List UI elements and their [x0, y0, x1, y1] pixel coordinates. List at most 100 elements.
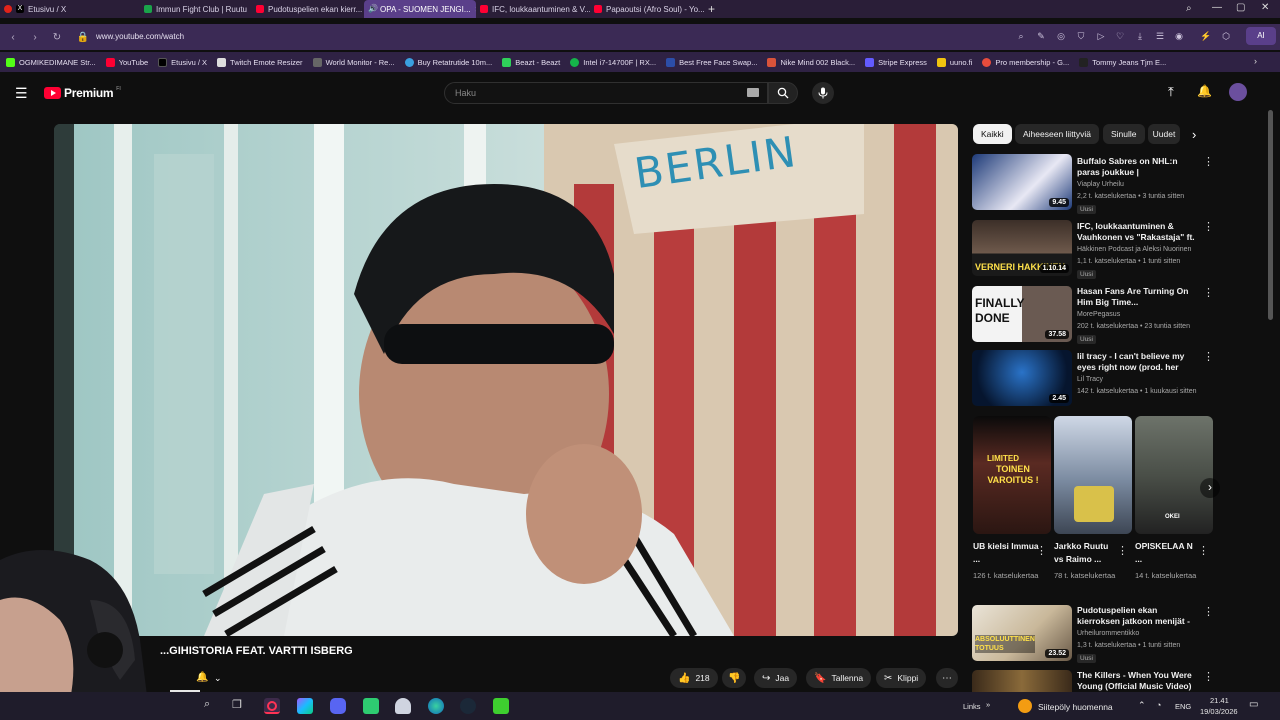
chat-app-icon[interactable] [363, 698, 379, 714]
search-tabs-icon[interactable]: ⌕ [1186, 3, 1192, 14]
channel-name[interactable]: MorePegasus [1077, 311, 1120, 318]
notification-icon[interactable]: ▭ [1249, 699, 1258, 710]
browser-tab[interactable]: Papaoutsi (Afro Soul) - Yo... [590, 0, 704, 18]
video-title-link[interactable]: Hasan Fans Are Turning On Him Big Time..… [1077, 286, 1199, 308]
opera-gx-icon[interactable] [264, 698, 280, 714]
bookmark-item[interactable]: Best Free Face Swap... [666, 57, 757, 67]
hamburger-menu-icon[interactable]: ☰ [15, 85, 28, 102]
download-icon[interactable]: ⤓ [1135, 31, 1145, 41]
more-vertical-icon[interactable]: ⋮ [1203, 220, 1214, 233]
shield-icon[interactable]: ⛉ [1076, 31, 1086, 41]
more-vertical-icon[interactable]: ⋮ [1203, 286, 1214, 299]
search-box[interactable]: Haku [444, 82, 768, 104]
search-icon[interactable]: ⌕ [1016, 31, 1026, 41]
more-vertical-icon[interactable]: ⋮ [1198, 544, 1209, 557]
video-thumbnail[interactable]: ABSOLUUTTINEN TOTUUS 23.52 [972, 605, 1072, 661]
video-title-link[interactable]: lil tracy - I can't believe my eyes righ… [1077, 351, 1199, 374]
bookmark-item[interactable]: Twitch Emote Resizer [217, 57, 303, 67]
video-title-link[interactable]: The Killers - When You Were Young (Offic… [1077, 670, 1199, 692]
video-title-link[interactable]: Pudotuspelien ekan kierroksen jatkoon me… [1077, 605, 1199, 628]
chevron-down-icon[interactable]: ⌄ [214, 673, 222, 684]
browser-tab[interactable]: Pudotuspelien ekan kierr... [252, 0, 364, 18]
video-thumbnail[interactable]: VERNERI HAKKINEN 1.10.14 [972, 220, 1072, 276]
chevron-right-icon[interactable]: › [1192, 127, 1196, 142]
play-icon[interactable]: ▷ [1096, 31, 1106, 41]
bookmark-item[interactable]: OGMIKEDIMANE Str... [6, 57, 96, 67]
task-view-icon[interactable]: ❐ [232, 698, 248, 714]
channel-name[interactable]: Viaplay Urheilu [1077, 181, 1124, 188]
short-title[interactable]: UB kielsi Immua ... [973, 540, 1039, 566]
figma-icon[interactable] [297, 698, 313, 714]
bookmark-item[interactable]: World Monitor - Re... [312, 57, 395, 67]
channel-name[interactable]: Lil Tracy [1077, 376, 1103, 383]
search-button[interactable] [768, 82, 798, 104]
bookmark-item[interactable]: Intel i7-14700F | RX... [570, 57, 656, 67]
chevron-right-icon[interactable]: › [1254, 56, 1257, 66]
edge-icon[interactable] [428, 698, 444, 714]
video-thumbnail[interactable]: 9.45 [972, 154, 1072, 210]
back-icon[interactable]: ‹ [2, 32, 24, 43]
discord-icon[interactable] [330, 698, 346, 714]
bookmark-item[interactable]: Pro membership - G... [982, 57, 1069, 67]
more-vertical-icon[interactable]: ⋮ [1203, 155, 1214, 168]
clip-button[interactable]: ✂ Klippi [876, 668, 927, 688]
forward-icon[interactable]: › [24, 32, 46, 43]
dislike-button[interactable]: 👎 [722, 668, 747, 688]
bookmark-item[interactable]: Tommy Jeans Tjm E... [1079, 57, 1166, 67]
steam-icon[interactable] [460, 698, 476, 714]
channel-name[interactable]: Urheilurommentikko [1077, 630, 1139, 637]
short-thumbnail[interactable]: OKEI [1135, 416, 1213, 534]
bookmark-item[interactable]: Stripe Express [865, 57, 927, 67]
browser-tab[interactable]: Immun Fight Club | Ruutu [140, 0, 252, 18]
browser-tab[interactable]: IFC, loukkaantuminen & V... [476, 0, 590, 18]
bookmark-item[interactable]: Etusivu / X [158, 57, 207, 67]
browser-tab-active[interactable]: 🔊 OPA - SUOMEN JENGI... ✕ [364, 0, 476, 18]
save-button[interactable]: 🔖 Tallenna [806, 668, 872, 688]
chevron-double-right-icon[interactable]: » [986, 700, 990, 709]
youtube-logo[interactable]: Premium FI [44, 86, 121, 100]
weather-label[interactable]: Siitepöly huomenna [1038, 702, 1113, 712]
camera-icon[interactable]: ◎ [1056, 31, 1066, 41]
profile-icon[interactable]: ◉ [1174, 31, 1184, 41]
more-vertical-icon[interactable]: ⋮ [1117, 544, 1128, 557]
heart-icon[interactable]: ♡ [1115, 31, 1125, 41]
video-title-link[interactable]: Buffalo Sabres on NHL:n paras joukkue | … [1077, 156, 1199, 179]
like-button[interactable]: 👍 218 [670, 668, 718, 688]
channel-name[interactable]: Häkkinen Podcast ja Aleksi Nuorinen [1077, 246, 1191, 253]
page-scrollbar[interactable] [1268, 110, 1273, 320]
video-thumbnail[interactable]: FINALLY DONE 37.58 [972, 286, 1072, 342]
extension-icon[interactable]: ⚡ [1200, 31, 1211, 41]
avatar[interactable] [1229, 83, 1247, 101]
short-title[interactable]: Jarkko Ruutu vs Raimo ... [1054, 540, 1120, 566]
network-icon[interactable]: ◔ [1156, 700, 1161, 710]
bookmark-item[interactable]: uuno.fi [936, 57, 972, 67]
browser-tab[interactable]: X Etusivu / X [0, 0, 140, 18]
links-toolbar[interactable]: Links [963, 702, 981, 711]
more-vertical-icon[interactable]: ⋮ [1203, 605, 1214, 618]
bookmark-item[interactable]: Beazt - Beazt [502, 57, 560, 67]
short-thumbnail[interactable]: LIMITED TOINEN VAROITUS ! [973, 416, 1051, 534]
ghost-icon[interactable] [395, 698, 411, 714]
search-icon[interactable]: ⌕ [204, 698, 220, 714]
chip-new[interactable]: Uudet [1148, 124, 1180, 144]
voice-search-button[interactable] [812, 82, 834, 104]
video-title-link[interactable]: IFC, loukkaantuminen & Vauhkonen vs "Rak… [1077, 221, 1199, 244]
minimize-icon[interactable]: — [1212, 2, 1222, 13]
chip-related[interactable]: Aiheeseen liittyviä [1015, 124, 1100, 144]
keyboard-icon[interactable] [747, 88, 759, 97]
cube-icon[interactable]: ⬡ [1221, 31, 1231, 41]
more-actions-button[interactable]: ⋯ [936, 668, 958, 688]
language-indicator[interactable]: ENG [1175, 702, 1191, 711]
edit-icon[interactable]: ✎ [1036, 31, 1046, 41]
menu-icon[interactable]: ☰ [1155, 31, 1165, 41]
game-icon[interactable] [493, 698, 509, 714]
reload-icon[interactable]: ↻ [46, 32, 68, 43]
ai-button[interactable]: AI [1246, 27, 1276, 45]
bookmark-item[interactable]: Buy Retatrutide 10m... [404, 57, 492, 67]
more-vertical-icon[interactable]: ⋮ [1203, 670, 1214, 683]
bookmark-item[interactable]: YouTube [105, 57, 148, 67]
new-tab-button[interactable]: + [704, 0, 724, 18]
short-title[interactable]: OPISKELAA N ... [1135, 540, 1201, 566]
short-thumbnail[interactable] [1054, 416, 1132, 534]
more-vertical-icon[interactable]: ⋮ [1203, 350, 1214, 363]
